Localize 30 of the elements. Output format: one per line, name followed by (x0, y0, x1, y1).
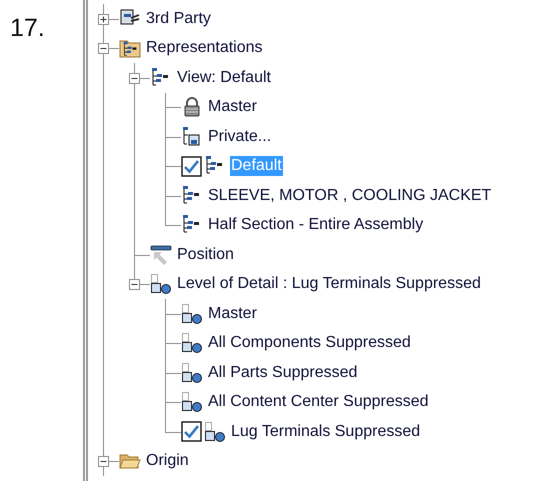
level-of-detail-icon (204, 420, 226, 443)
collapse-icon[interactable] (129, 279, 140, 290)
tree-item-label[interactable]: View: Default (176, 68, 272, 88)
tree-item-label[interactable]: SLEEVE, MOTOR , COOLING JACKET (207, 186, 492, 206)
level-of-detail-icon (181, 391, 203, 414)
checkbox[interactable] (181, 421, 202, 442)
tree-item-label[interactable]: Origin (145, 451, 190, 472)
level-of-detail-icon (150, 273, 172, 296)
collapse-icon[interactable] (129, 72, 140, 84)
position-arrow-icon (150, 244, 172, 266)
tree-item-label[interactable]: Master (207, 304, 258, 324)
tree-item-label[interactable]: Master (207, 97, 258, 118)
step-number: 17. (10, 14, 45, 42)
tree-item-label[interactable]: All Content Center Suppressed (207, 392, 430, 412)
level-of-detail-icon (181, 362, 203, 384)
level-of-detail-icon (181, 302, 203, 325)
level-of-detail-icon (181, 332, 203, 354)
tree-item-label[interactable]: Lug Terminals Suppressed (230, 422, 422, 442)
tree-item-label[interactable]: All Components Suppressed (207, 333, 412, 354)
tree-item-label[interactable]: Level of Detail : Lug Terminals Suppressed (176, 274, 482, 294)
tree-item-label[interactable]: Position (176, 244, 235, 265)
collapse-icon[interactable] (98, 43, 109, 54)
checkbox[interactable] (181, 156, 202, 177)
expand-icon[interactable] (98, 14, 109, 24)
tree-item-label[interactable]: Representations (145, 38, 264, 58)
tree-item-label[interactable]: 3rd Party (145, 8, 212, 29)
collapse-icon[interactable] (98, 456, 109, 467)
tree-item-label[interactable]: All Parts Suppressed (207, 362, 358, 383)
tree-item-label[interactable]: Half Section - Entire Assembly (207, 215, 424, 236)
tree-item-label[interactable]: Private... (207, 126, 272, 147)
